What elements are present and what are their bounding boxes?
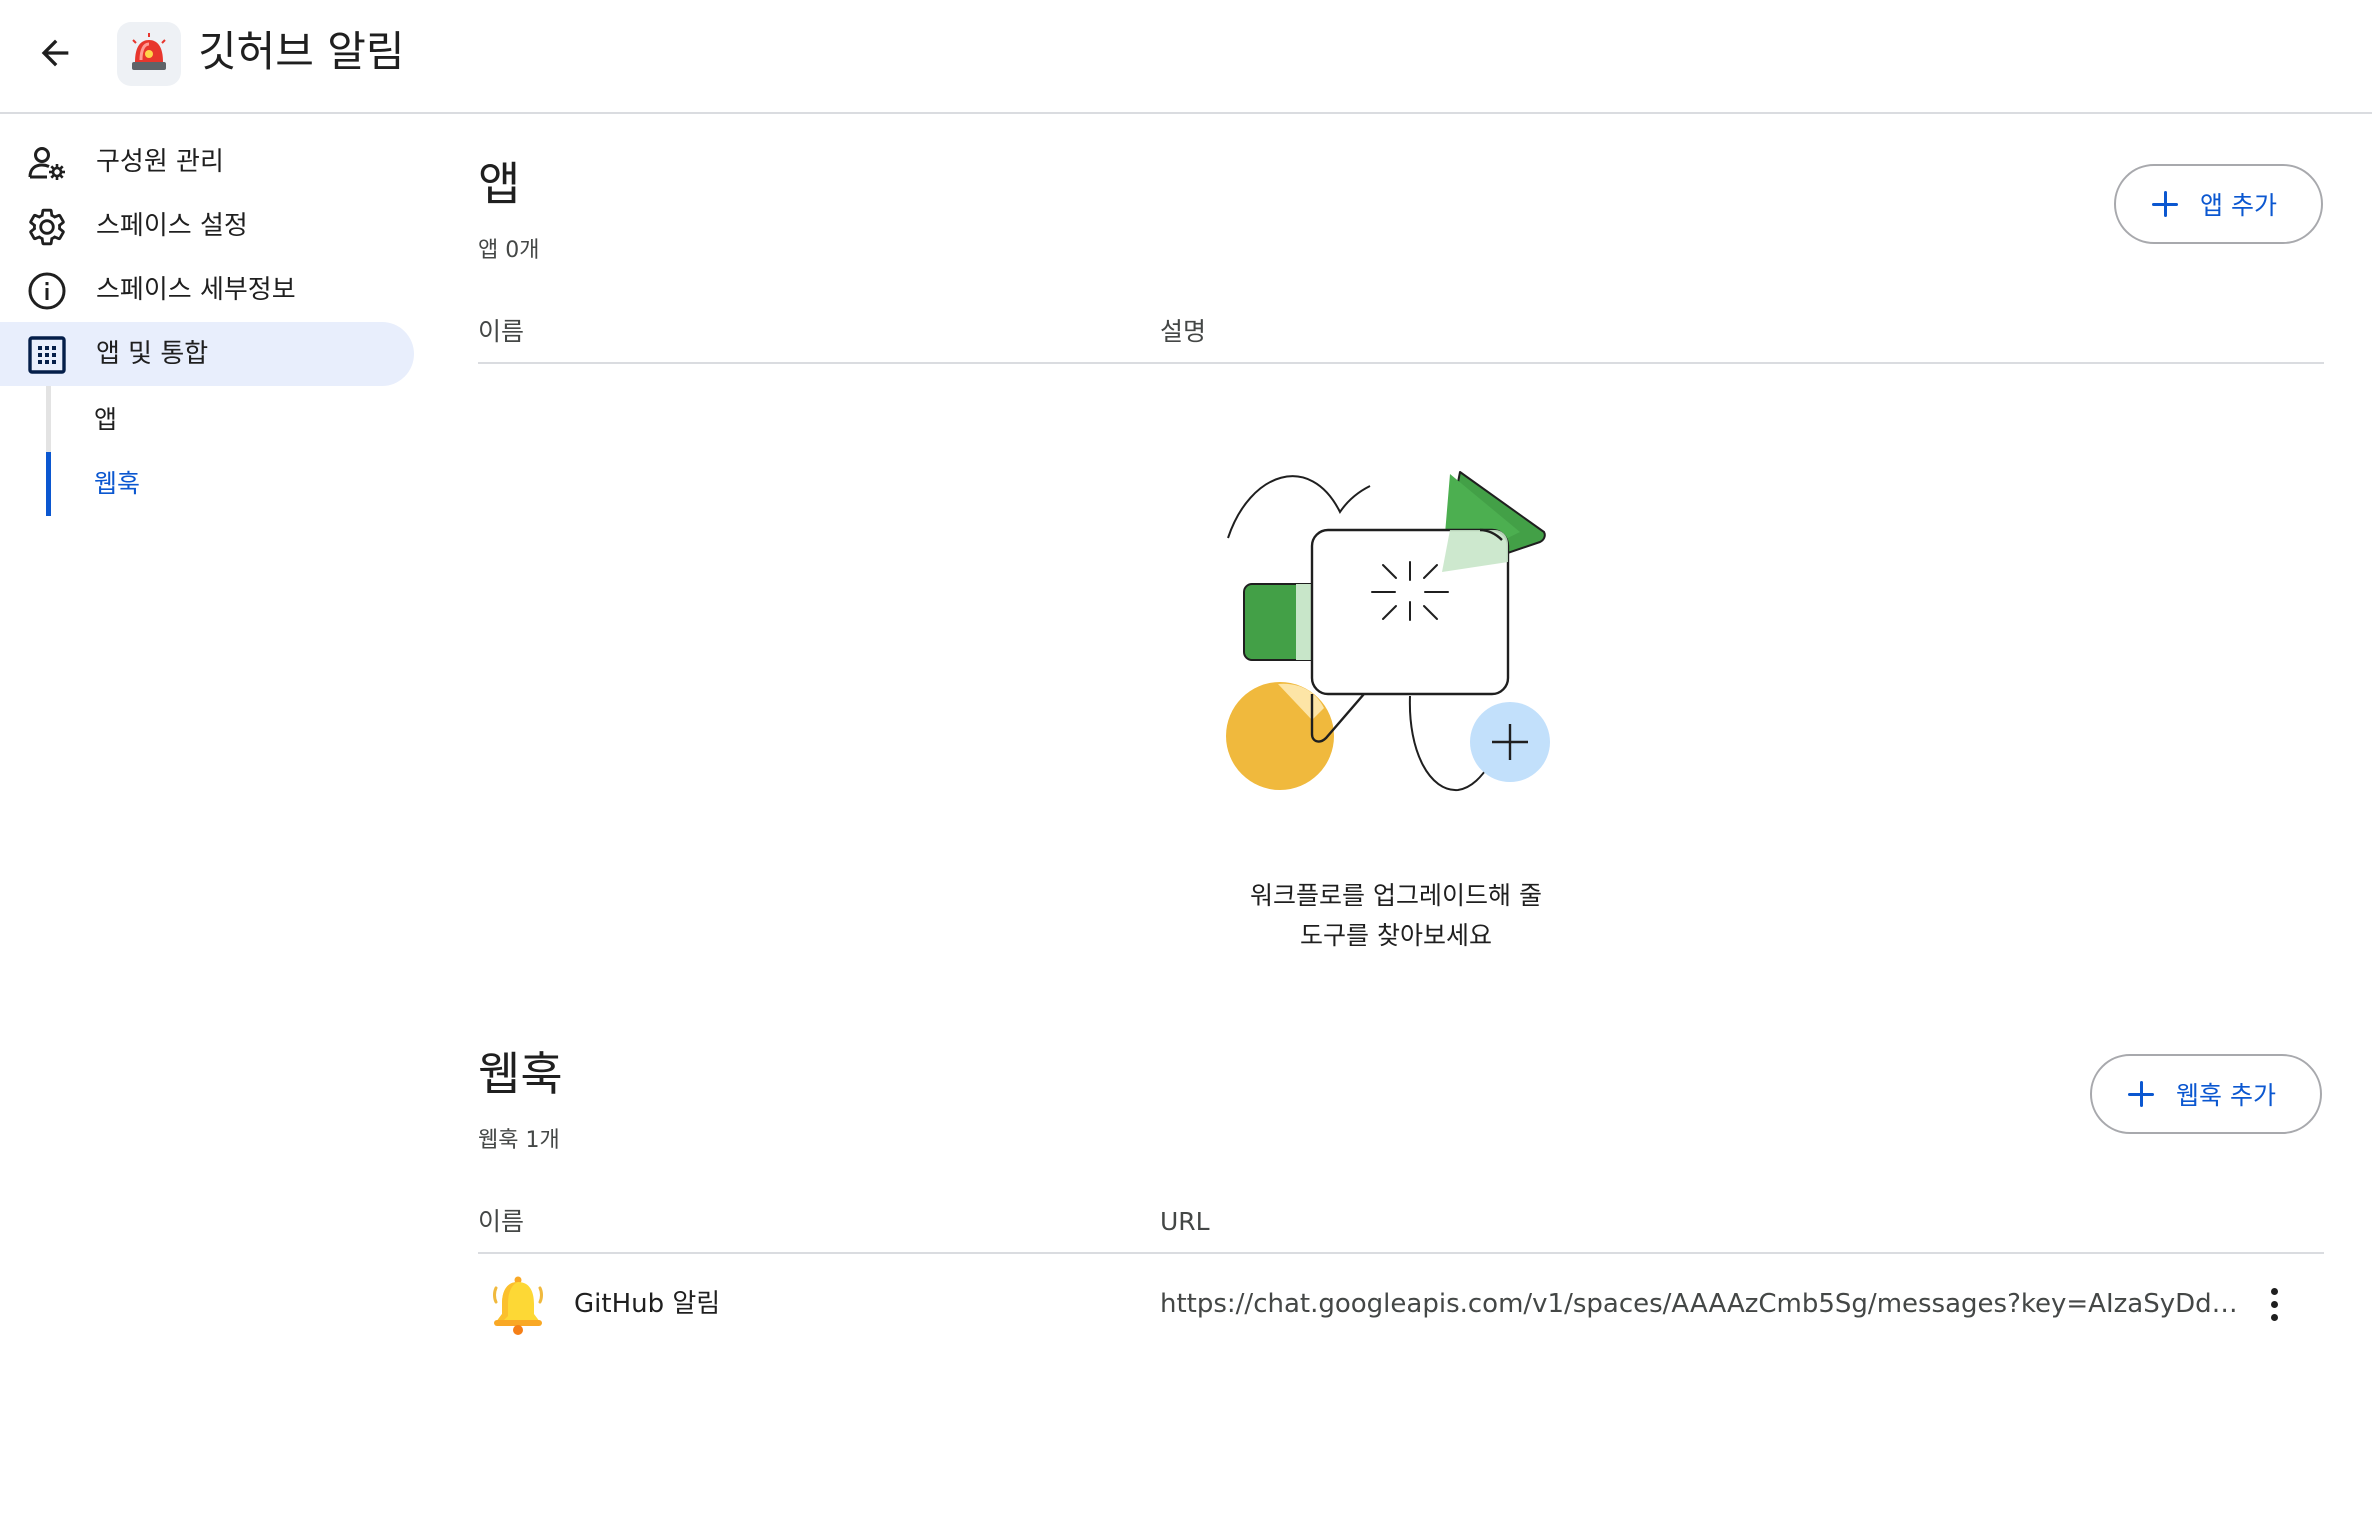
nav-label: 앱 및 통합 — [96, 339, 209, 369]
webhooks-column-name[interactable]: 이름 — [478, 1204, 524, 1240]
nav-item-apps-integrations[interactable]: 앱 및 통합 — [0, 322, 414, 386]
webhooks-column-url[interactable]: URL — [1160, 1204, 1210, 1240]
dot — [2270, 1300, 2278, 1308]
nav-item-space-settings[interactable]: 스페이스 설정 — [0, 194, 414, 258]
manage-members-icon — [26, 142, 68, 184]
space-title: 깃허브 알림 — [198, 27, 405, 76]
empty-state-line-1: 워크플로를 업그레이드해 줄 — [1250, 881, 1542, 910]
empty-state-illustration — [1226, 471, 1550, 792]
webhook-name: GitHub 알림 — [574, 1289, 721, 1319]
plus-icon — [2152, 191, 2178, 217]
apps-table-divider — [478, 362, 2324, 364]
gear-icon — [26, 206, 68, 248]
sub-nav-active-indicator — [46, 452, 51, 516]
more-vert-icon[interactable] — [2250, 1280, 2298, 1328]
apps-column-description[interactable]: 설명 — [1160, 314, 1206, 350]
back-button[interactable] — [24, 22, 86, 84]
space-avatar — [117, 22, 181, 86]
webhooks-section-title: 웹훅 — [478, 1047, 563, 1101]
sub-nav-item-webhooks[interactable]: 웹훅 — [94, 452, 140, 516]
add-app-button[interactable]: 앱 추가 — [2114, 164, 2323, 244]
info-icon — [26, 270, 68, 312]
add-webhook-label: 웹훅 추가 — [2176, 1081, 2276, 1110]
nav-item-manage-members[interactable]: 구성원 관리 — [0, 130, 414, 194]
apps-section-title: 앱 — [478, 157, 521, 211]
nav-item-space-details[interactable]: 스페이스 세부정보 — [0, 258, 414, 322]
apps-grid-icon — [26, 334, 68, 376]
add-app-label: 앱 추가 — [2200, 191, 2277, 220]
bell-icon — [493, 1276, 543, 1335]
apps-count: 앱 0개 — [478, 238, 540, 263]
empty-state-message: 워크플로를 업그레이드해 줄 도구를 찾아보세요 — [1096, 876, 1696, 956]
arrow-back-icon — [41, 39, 69, 67]
empty-state-line-2: 도구를 찾아보세요 — [1300, 921, 1492, 950]
nav-label: 구성원 관리 — [96, 147, 224, 177]
nav-label: 스페이스 세부정보 — [96, 275, 296, 305]
top-bar: 깃허브 알림 — [0, 0, 2372, 114]
dot — [2270, 1313, 2278, 1321]
siren-icon — [132, 33, 166, 70]
dot — [2270, 1287, 2278, 1295]
nav-label: 스페이스 설정 — [96, 211, 248, 241]
plus-icon — [2128, 1081, 2154, 1107]
apps-column-name[interactable]: 이름 — [478, 314, 524, 350]
webhooks-table-divider — [478, 1252, 2324, 1254]
sub-nav-item-apps[interactable]: 앱 — [94, 388, 117, 452]
webhook-url[interactable]: https://chat.googleapis.com/v1/spaces/AA… — [1160, 1284, 2242, 1324]
add-webhook-button[interactable]: 웹훅 추가 — [2090, 1054, 2322, 1134]
webhooks-count: 웹훅 1개 — [478, 1128, 560, 1153]
